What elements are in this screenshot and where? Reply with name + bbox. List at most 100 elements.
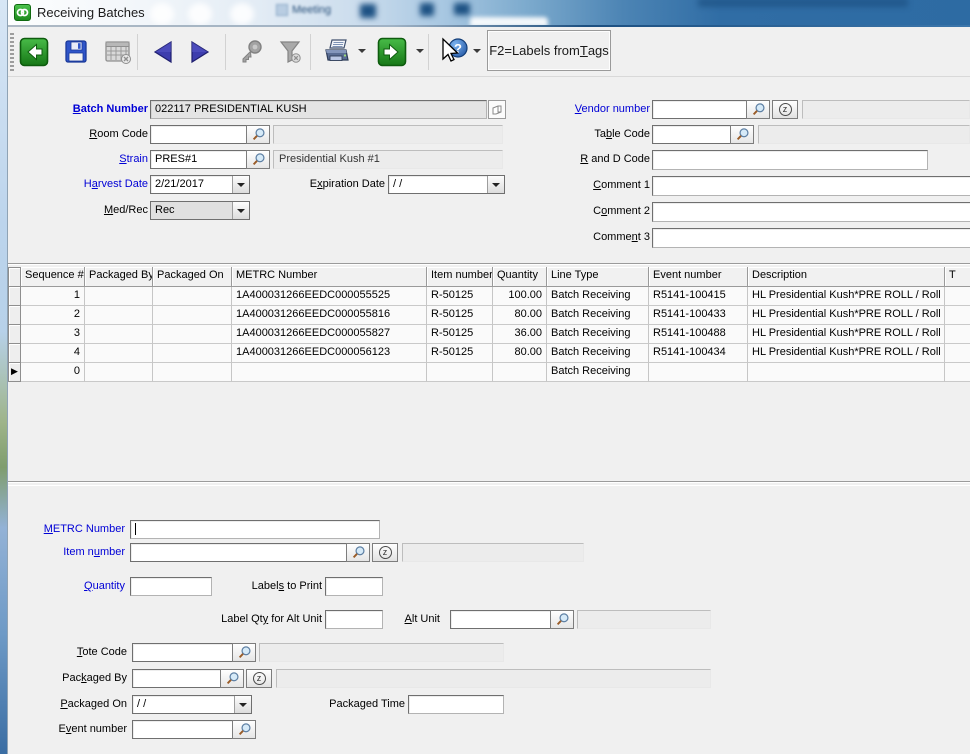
grid-cell[interactable]: R-50125 (427, 344, 493, 363)
print-dropdown-caret[interactable] (358, 49, 366, 53)
grid-cell[interactable] (153, 287, 232, 306)
go-dropdown-caret[interactable] (416, 49, 424, 53)
table-row[interactable]: ▶ 0 Batch Receiving (8, 363, 970, 382)
back-button[interactable] (16, 32, 52, 72)
grid-cell[interactable] (945, 287, 970, 306)
item-number-zoom-button[interactable]: z (372, 543, 398, 562)
item-number-field[interactable] (130, 543, 346, 562)
next-record-button[interactable] (182, 32, 218, 72)
table-row[interactable]: 1 1A400031266EEDC000055525 R-50125 100.00 Ba… (8, 287, 970, 306)
packaged-by-zoom-button[interactable]: z (246, 669, 272, 688)
comment-3-field[interactable] (652, 228, 970, 248)
vendor-number-field[interactable] (652, 100, 746, 119)
table-row[interactable]: 4 1A400031266EEDC000056123 R-50125 80.00 Bat… (8, 344, 970, 363)
expiration-date-combo[interactable]: / / (388, 175, 505, 194)
print-button[interactable] (319, 32, 355, 72)
med-rec-combo[interactable]: Rec (150, 201, 250, 220)
packaged-by-search-button[interactable] (220, 669, 244, 688)
grid-cell[interactable] (945, 325, 970, 344)
room-code-search-button[interactable] (246, 125, 270, 144)
grid-cell[interactable]: 1 (21, 287, 85, 306)
grid-cell[interactable]: 1A400031266EEDC000056123 (232, 344, 427, 363)
grid-cell[interactable]: R5141-100415 (649, 287, 748, 306)
titlebar[interactable]: Meeting Receiving Batches (8, 0, 970, 25)
grid-cell[interactable]: Batch Receiving (547, 344, 649, 363)
toolbar-grip[interactable] (10, 33, 14, 71)
comment-1-field[interactable] (652, 176, 970, 196)
grid-cell[interactable]: R-50125 (427, 287, 493, 306)
row-selector[interactable] (8, 287, 21, 306)
grid-cell[interactable] (945, 363, 970, 382)
grid-cell[interactable] (427, 363, 493, 382)
metrc-number-field[interactable] (130, 520, 380, 539)
packaged-on-combo[interactable]: / / (132, 695, 252, 714)
grid-cell[interactable]: HL Presidential Kush*PRE ROLL / Roll (748, 325, 945, 344)
item-number-search-button[interactable] (346, 543, 370, 562)
alt-unit-search-button[interactable] (550, 610, 574, 629)
tote-code-field[interactable] (132, 643, 232, 662)
batch-number-field[interactable]: 022117 PRESIDENTIAL KUSH (150, 100, 487, 119)
strain-field[interactable]: PRES#1 (150, 150, 246, 169)
dropdown-arrow-icon[interactable] (487, 176, 504, 193)
vendor-number-zoom-button[interactable]: z (772, 100, 798, 119)
grid-cell[interactable]: R-50125 (427, 325, 493, 344)
go-button[interactable] (374, 32, 410, 72)
grid-cell[interactable]: Batch Receiving (547, 363, 649, 382)
grid-cell[interactable]: Batch Receiving (547, 306, 649, 325)
grid-cell[interactable]: HL Presidential Kush*PRE ROLL / Roll (748, 344, 945, 363)
grid-cell[interactable]: 80.00 (493, 344, 547, 363)
labels-to-print-field[interactable] (325, 577, 383, 596)
grid-cell[interactable] (85, 306, 153, 325)
packaged-time-field[interactable] (408, 695, 504, 714)
grid-cell[interactable]: 2 (21, 306, 85, 325)
grid-cell[interactable] (232, 363, 427, 382)
help-dropdown-caret[interactable] (473, 49, 481, 53)
grid-cell[interactable]: 1A400031266EEDC000055525 (232, 287, 427, 306)
grid-cell[interactable]: 100.00 (493, 287, 547, 306)
grid-cell[interactable] (85, 363, 153, 382)
dropdown-arrow-icon[interactable] (234, 696, 251, 713)
grid-cell[interactable] (945, 306, 970, 325)
grid-cell[interactable]: 1A400031266EEDC000055827 (232, 325, 427, 344)
grid-cell[interactable]: 80.00 (493, 306, 547, 325)
grid-cell[interactable] (153, 306, 232, 325)
grid-cell[interactable]: R-50125 (427, 306, 493, 325)
tote-code-search-button[interactable] (232, 643, 256, 662)
grid-cell[interactable] (153, 363, 232, 382)
table-code-search-button[interactable] (730, 125, 754, 144)
grid-cell[interactable]: R5141-100488 (649, 325, 748, 344)
event-number-field[interactable] (132, 720, 232, 739)
help-select-button[interactable]: ? (435, 32, 471, 72)
harvest-date-combo[interactable]: 2/21/2017 (150, 175, 250, 194)
dropdown-arrow-icon[interactable] (232, 202, 249, 219)
save-button[interactable] (58, 32, 94, 72)
grid-cell[interactable]: Batch Receiving (547, 325, 649, 344)
row-selector[interactable] (8, 306, 21, 325)
grid-cell[interactable] (85, 287, 153, 306)
dropdown-arrow-icon[interactable] (232, 176, 249, 193)
packaged-by-field[interactable] (132, 669, 220, 688)
r-and-d-code-field[interactable] (652, 150, 928, 170)
grid-cell[interactable]: 0 (21, 363, 85, 382)
grid-cell[interactable]: R5141-100433 (649, 306, 748, 325)
f2-labels-from-tags-button[interactable]: F2=Labels from Tags (487, 30, 611, 71)
event-number-search-button[interactable] (232, 720, 256, 739)
row-selector[interactable]: ▶ (8, 363, 21, 382)
grid-cell[interactable]: 3 (21, 325, 85, 344)
grid-cell[interactable] (945, 344, 970, 363)
grid-cell[interactable]: 1A400031266EEDC000055816 (232, 306, 427, 325)
grid-cell[interactable]: HL Presidential Kush*PRE ROLL / Roll (748, 306, 945, 325)
grid-cell[interactable] (85, 325, 153, 344)
previous-record-button[interactable] (145, 32, 181, 72)
grid-cell[interactable]: 4 (21, 344, 85, 363)
grid-cell[interactable] (649, 363, 748, 382)
table-row[interactable]: 3 1A400031266EEDC000055827 R-50125 36.00 Bat… (8, 325, 970, 344)
grid-cell[interactable] (493, 363, 547, 382)
alt-unit-field[interactable] (450, 610, 550, 629)
grid-cell[interactable] (153, 344, 232, 363)
grid-cell[interactable] (748, 363, 945, 382)
grid-cell[interactable] (153, 325, 232, 344)
grid-cell[interactable]: 36.00 (493, 325, 547, 344)
comment-2-field[interactable] (652, 202, 970, 222)
grid-cell[interactable]: HL Presidential Kush*PRE ROLL / Roll (748, 287, 945, 306)
